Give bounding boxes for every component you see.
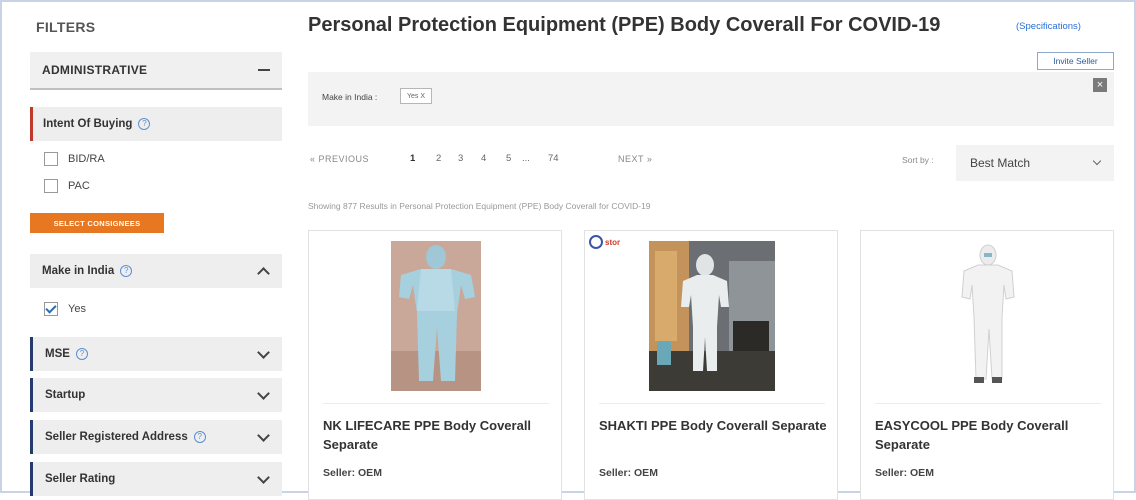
pagination-bar: « PREVIOUS 1 2 3 4 5 ... 74 NEXT » Sort … [308,141,1114,181]
product-image[interactable] [861,241,1115,391]
product-card[interactable]: EASYCOOL PPE Body Coverall Separate Sell… [860,230,1114,500]
checkbox-label: BID/RA [68,153,105,165]
applied-filter-label: Make in India : [322,92,378,102]
checkbox-box-checked[interactable] [44,302,58,316]
main-content: Personal Protection Equipment (PPE) Body… [308,2,1132,500]
page-link[interactable]: 4 [481,153,486,164]
make-in-india-label: Make in India [42,265,115,278]
seller-registered-address-header[interactable]: Seller Registered Address? [30,420,282,454]
filters-sidebar: FILTERS ADMINISTRATIVE Intent Of Buying … [30,2,282,496]
chevron-down-icon[interactable] [257,428,270,442]
previous-page-link[interactable]: « PREVIOUS [310,154,369,164]
page-link[interactable]: 2 [436,153,441,164]
next-page-link[interactable]: NEXT » [618,154,652,164]
page-link[interactable]: 5 [506,153,511,164]
product-seller: Seller: OEM [323,467,382,479]
product-name[interactable]: EASYCOOL PPE Body Coverall Separate [875,416,1105,454]
product-name[interactable]: SHAKTI PPE Body Coverall Separate [599,416,829,435]
administrative-panel-header[interactable]: ADMINISTRATIVE [30,52,282,90]
ppe-photo-white-icon [948,241,1028,391]
ppe-photo-blue-icon [391,241,481,391]
help-icon[interactable]: ? [193,430,206,443]
checkbox-label: PAC [68,180,90,192]
collapse-minus-icon[interactable] [258,69,270,71]
page-title: Personal Protection Equipment (PPE) Body… [308,14,941,36]
seller-rating-header[interactable]: Seller Rating [30,462,282,496]
filters-title: FILTERS [36,19,96,35]
seller-rating-label: Seller Rating [45,473,116,485]
checkbox-box[interactable] [44,152,58,166]
product-card[interactable]: stor SHAKTI PPE Body Coverall Separate S… [584,230,838,500]
sort-select[interactable]: Best Match [956,145,1114,181]
chevron-down-icon [1092,156,1102,166]
page-link[interactable]: 1 [410,153,415,164]
chevron-up-icon[interactable] [257,266,270,280]
chevron-down-icon[interactable] [257,470,270,484]
sort-by-label: Sort by : [902,155,934,165]
product-image[interactable] [585,241,839,391]
sort-value: Best Match [970,156,1031,170]
help-icon[interactable]: ? [138,118,151,130]
help-icon[interactable]: ? [75,347,88,360]
card-divider [323,403,549,404]
help-icon[interactable]: ? [120,264,133,277]
make-in-india-header[interactable]: Make in India? [30,254,282,288]
intent-of-buying-label: Intent Of Buying [43,118,133,130]
specifications-link[interactable]: (Specifications) [1016,21,1081,32]
intent-of-buying-header[interactable]: Intent Of Buying ? [30,107,282,141]
checkbox-box[interactable] [44,179,58,193]
page-link[interactable]: 3 [458,153,463,164]
startup-label: Startup [45,389,86,401]
chevron-down-icon[interactable] [257,345,270,359]
checkbox-bid-ra[interactable]: BID/RA [44,152,105,166]
page-ellipsis: ... [522,153,530,164]
chevron-down-icon[interactable] [257,386,270,400]
seller-registered-address-label: Seller Registered Address [45,431,188,444]
card-divider [599,403,825,404]
product-seller: Seller: OEM [599,467,658,479]
results-count-text: Showing 877 Results in Personal Protecti… [308,201,651,211]
clear-filters-icon[interactable]: × [1093,78,1107,92]
select-consignees-button[interactable]: SELECT CONSIGNEES [30,213,164,233]
applied-filter-chip[interactable]: Yes X [400,88,433,104]
checkbox-make-in-india-yes[interactable]: Yes [44,302,86,316]
mse-label: MSE [45,348,70,361]
administrative-label: ADMINISTRATIVE [42,63,148,77]
ppe-photo-room-icon [649,241,775,391]
applied-filters-bar: Make in India : Yes X [308,72,1114,126]
mse-filter-header[interactable]: MSE? [30,337,282,371]
invite-seller-button[interactable]: Invite Seller [1037,52,1114,70]
product-image[interactable] [309,241,563,391]
page-link[interactable]: 74 [548,153,559,164]
product-seller: Seller: OEM [875,467,934,479]
product-card[interactable]: NK LIFECARE PPE Body Coverall Separate S… [308,230,562,500]
product-name[interactable]: NK LIFECARE PPE Body Coverall Separate [323,416,553,454]
card-divider [875,403,1101,404]
checkbox-pac[interactable]: PAC [44,179,90,193]
startup-filter-header[interactable]: Startup [30,378,282,412]
checkbox-label: Yes [68,303,86,315]
